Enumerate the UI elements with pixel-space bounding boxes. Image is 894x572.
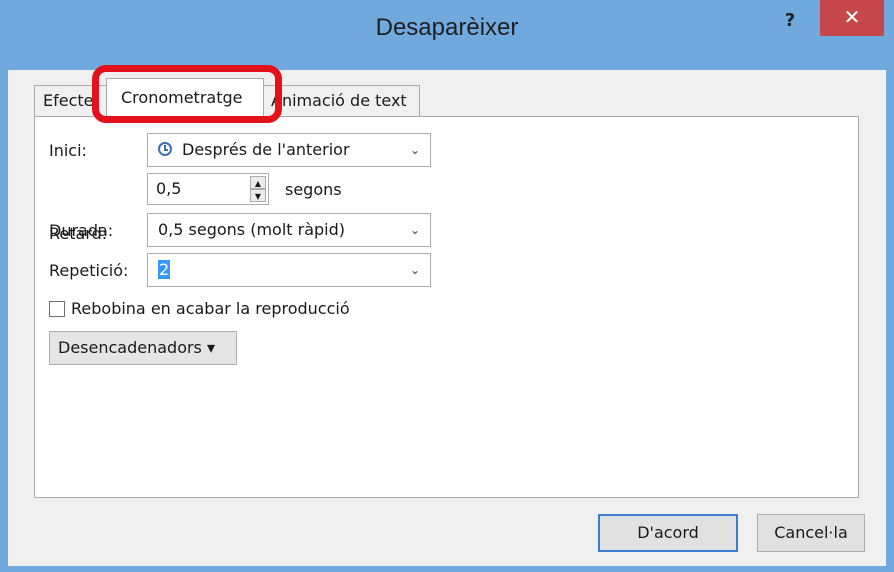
rewind-checkbox[interactable] [49, 301, 65, 317]
chevron-down-icon[interactable]: ⌄ [400, 254, 430, 286]
start-label: Inici: [49, 141, 87, 160]
rewind-label[interactable]: Rebobina en acabar la reproducció [71, 299, 350, 318]
duration-label: Durada: [49, 221, 114, 240]
spin-down-icon[interactable]: ▼ [250, 189, 266, 202]
delay-spinner[interactable]: 0,5 ▲ ▼ [147, 173, 269, 205]
dialog-window: Desaparèixer ? ✕ Efecte Animació de text… [0, 0, 894, 572]
ok-button[interactable]: D'acord [598, 514, 738, 552]
close-icon: ✕ [843, 5, 861, 29]
spinner-arrows[interactable]: ▲ ▼ [250, 176, 266, 202]
dialog-title: Desaparèixer [375, 14, 519, 41]
repeat-value: 2 [158, 260, 171, 279]
start-value: Després de l'anterior [182, 140, 350, 159]
repeat-label: Repetició: [49, 261, 129, 280]
repeat-combo[interactable]: 2 ⌄ [147, 253, 431, 287]
chevron-down-icon[interactable]: ⌄ [400, 214, 430, 246]
cancel-button[interactable]: Cancel·la [757, 514, 865, 552]
chevron-down-icon[interactable]: ⌄ [400, 134, 430, 166]
start-combo[interactable]: Després de l'anterior ⌄ [147, 133, 431, 167]
duration-value: 0,5 segons (molt ràpid) [158, 220, 346, 239]
timing-panel: Inici: Després de l'anterior ⌄ Retard: 0… [34, 116, 859, 498]
tab-efecte[interactable]: Efecte [34, 85, 114, 116]
duration-combo[interactable]: 0,5 segons (molt ràpid) ⌄ [147, 213, 431, 247]
dialog-client-area: Efecte Animació de text Cronometratge In… [8, 65, 886, 566]
tab-cronometratge[interactable]: Cronometratge [106, 78, 264, 117]
title-bar[interactable]: Desaparèixer ? ✕ [0, 0, 894, 70]
clock-icon [158, 142, 172, 156]
tab-animacio-de-text[interactable]: Animació de text [248, 85, 420, 116]
close-button[interactable]: ✕ [820, 0, 884, 36]
spin-up-icon[interactable]: ▲ [250, 176, 266, 189]
delay-unit: segons [285, 180, 342, 199]
delay-value: 0,5 [156, 179, 182, 198]
help-button[interactable]: ? [775, 6, 805, 36]
triggers-button[interactable]: Desencadenadors ▾ [49, 331, 237, 365]
repeat-value-wrap[interactable]: 2 [158, 254, 171, 286]
